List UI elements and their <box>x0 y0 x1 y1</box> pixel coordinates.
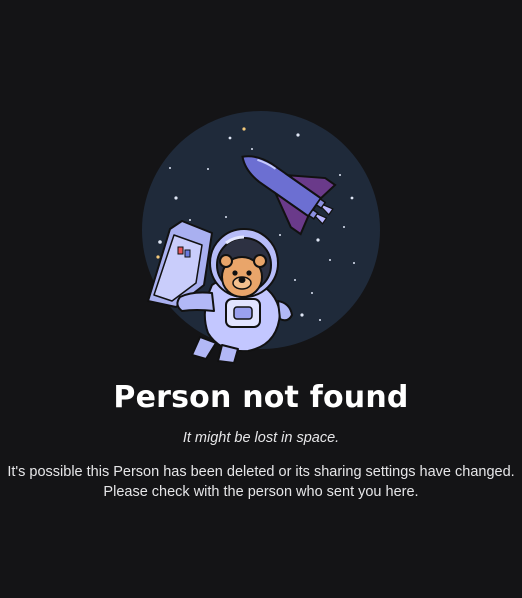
not-found-page: Person not found It might be lost in spa… <box>0 0 522 598</box>
error-description-line: It's possible this Person has been delet… <box>7 464 515 480</box>
page-title: Person not found <box>113 380 409 415</box>
error-description-line: Please check with the person who sent yo… <box>103 484 419 500</box>
page-subtitle: It might be lost in space. <box>182 430 340 446</box>
error-description: It's possible this Person has been delet… <box>0 462 522 502</box>
astronaut-in-space-illustration <box>130 105 392 367</box>
